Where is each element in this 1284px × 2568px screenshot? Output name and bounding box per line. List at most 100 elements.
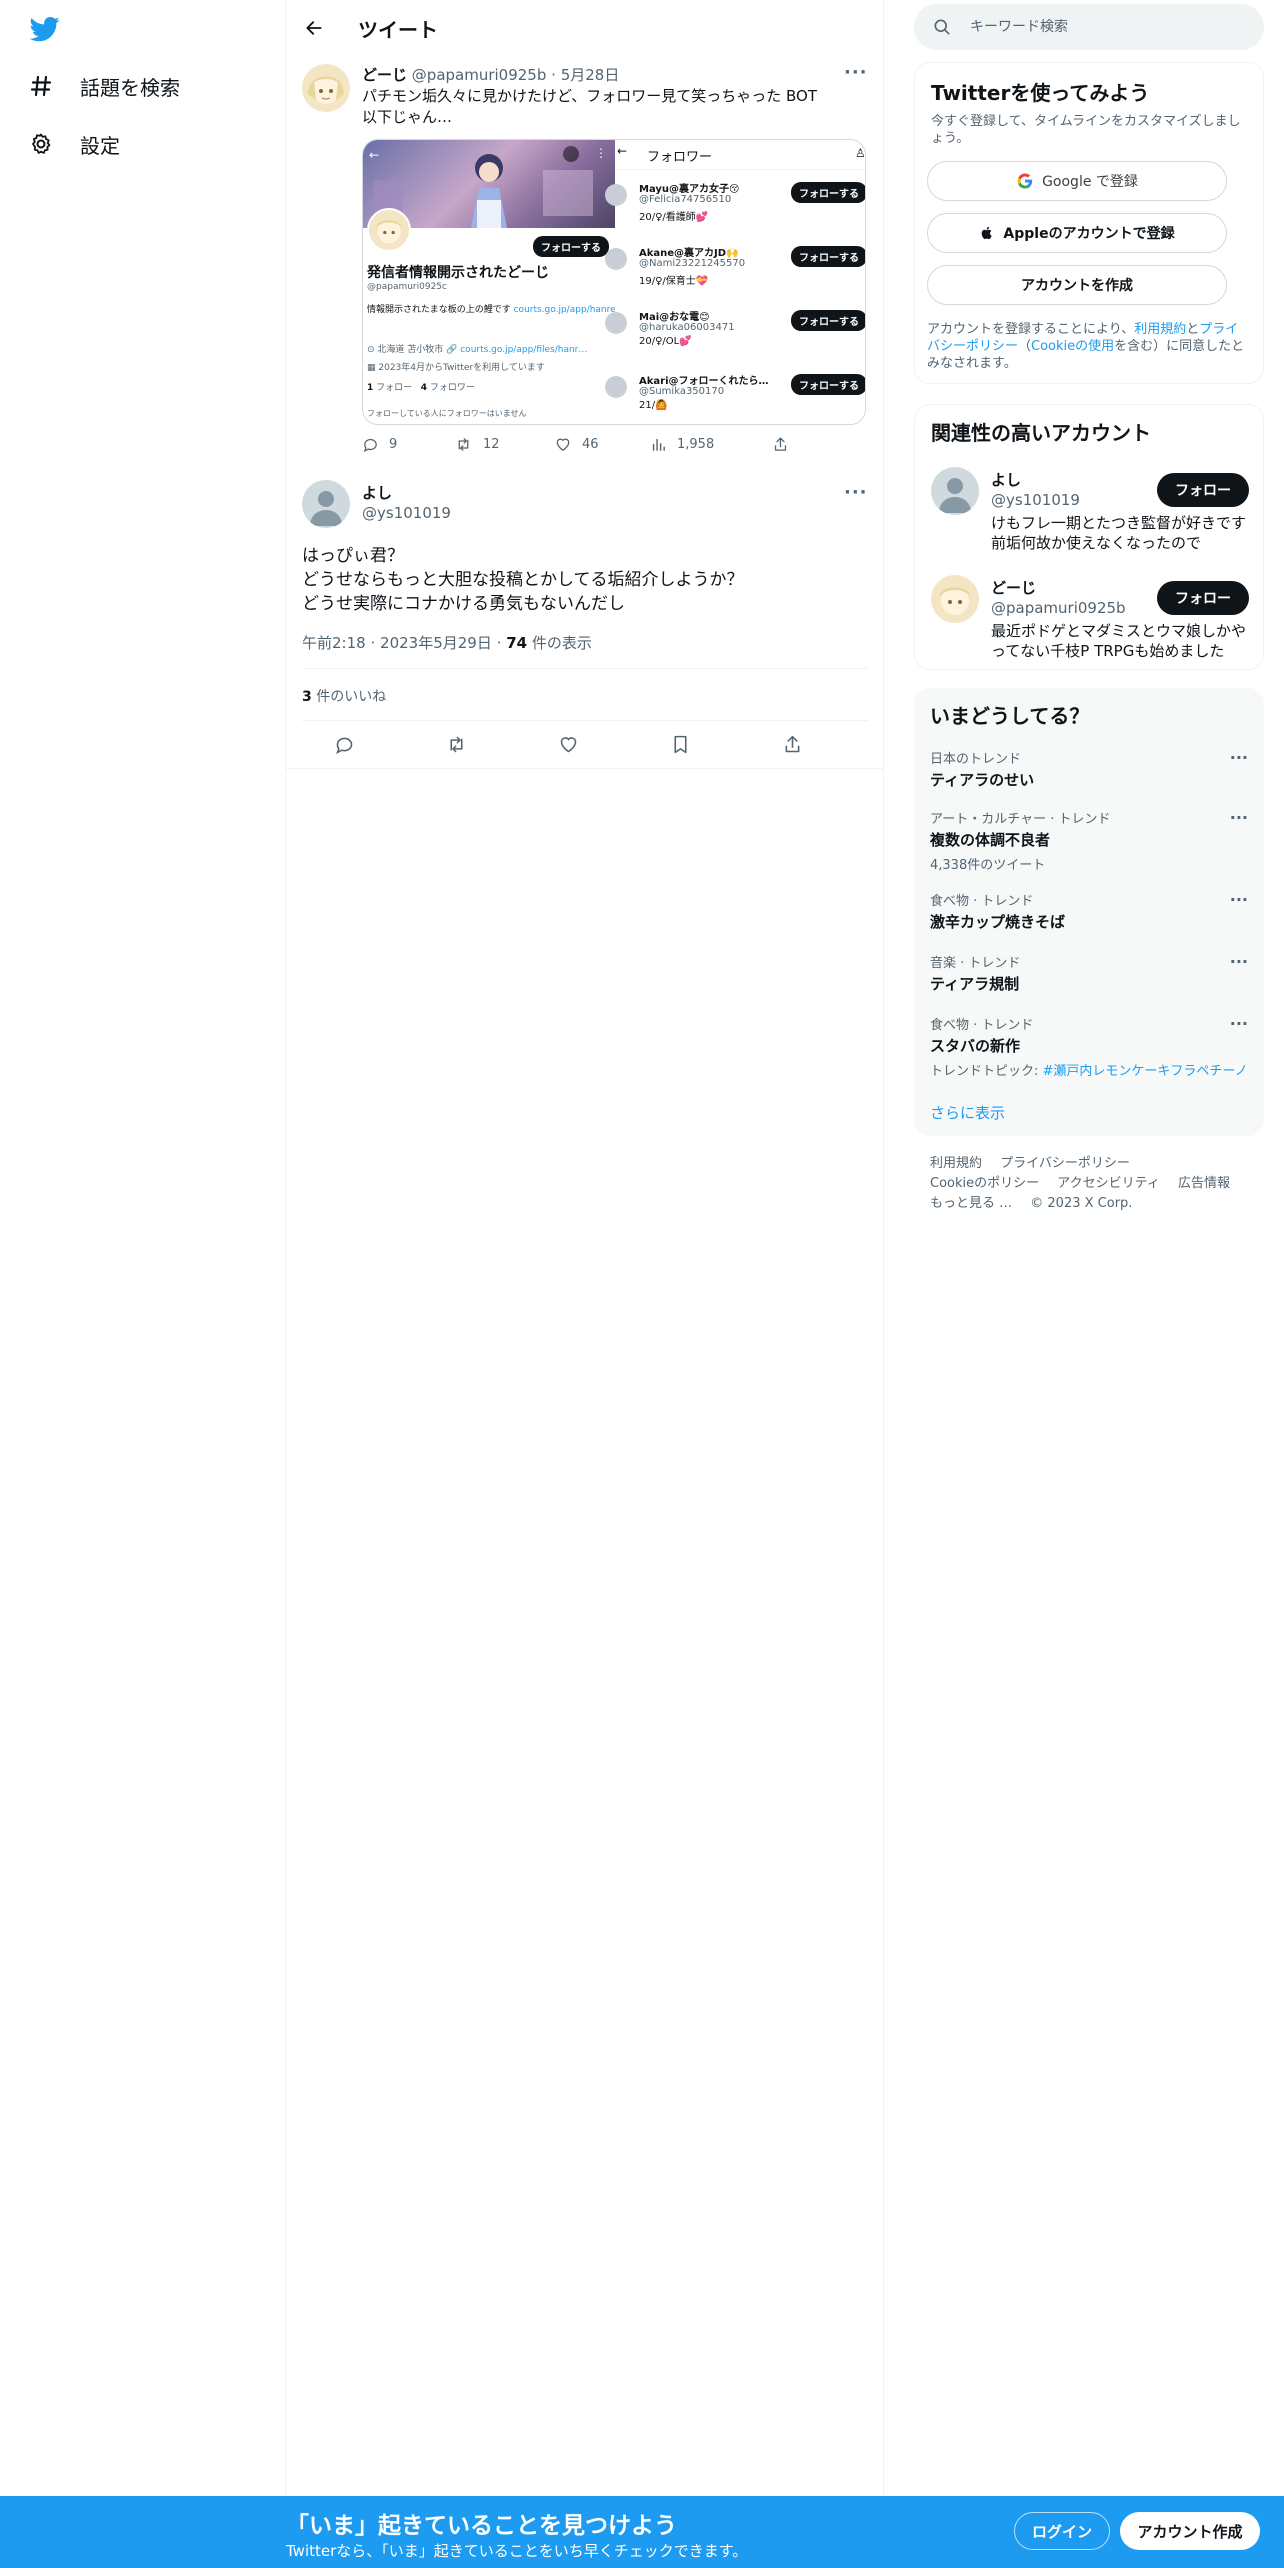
account-handle: @ys101019 (991, 491, 1080, 509)
likes-label: 件のいいね (316, 689, 387, 705)
footer-privacy-link[interactable]: プライバシーポリシー (1000, 1156, 1130, 1171)
footer-terms-link[interactable]: 利用規約 (930, 1156, 982, 1171)
show-more-link[interactable]: さらに表示 (930, 1102, 1005, 1123)
share-button[interactable] (772, 436, 789, 453)
tweet-date[interactable]: 5月28日 (561, 66, 620, 84)
nav-settings-label: 設定 (80, 133, 120, 158)
profile-bio: 情報開示されたまな板の上の鯉です courts.go.jp/app/hanrei… (367, 305, 643, 315)
bottom-bar-title: 「いま」起きていることを見つけよう (286, 2513, 677, 2539)
nav-explore-label: 話題を検索 (80, 75, 180, 100)
follow-button[interactable]: フォロー (1157, 581, 1249, 615)
footer-ads-link[interactable]: 広告情報 (1178, 1176, 1230, 1191)
add-user-icon: ♙ (855, 146, 866, 160)
trends-card: いまどうしてる？ 日本のトレンド ティアラのせい ··· アート・カルチャー ·… (914, 688, 1264, 1136)
media-profile-screenshot: ← ⋮ フォローする 発信者情報開示されたどーじ @papamuri0925c … (363, 140, 643, 424)
likes-link[interactable]: 3 件のいいね (302, 686, 386, 706)
views-count: 74 (506, 634, 528, 652)
copyright: © 2023 X Corp. (1030, 1196, 1133, 1211)
trend-item[interactable]: 食べ物 · トレンド スタバの新作 トレンドトピック: #瀬戸内レモンケーキフラ… (930, 1014, 1248, 1079)
profile-joined: ▦ 2023年4月からTwitterを利用しています (367, 363, 545, 373)
quoted-tweet-text: パチモン垢久々に見かけたけど、フォロワー見て笑っちゃった BOT以下じゃん… (362, 87, 818, 126)
retweet-icon[interactable] (444, 732, 468, 756)
signup-button[interactable]: アカウント作成 (1120, 2512, 1260, 2550)
account-row[interactable]: どーじ @papamuri0925b フォロー 最近ポドゲとマダミスとウマ娘しか… (915, 571, 1265, 671)
more-options-icon[interactable]: ··· (844, 62, 868, 83)
author-name[interactable]: よし (362, 482, 392, 503)
author-name[interactable]: どーじ (362, 66, 407, 84)
heart-icon (556, 438, 570, 451)
tweet-date[interactable]: 2023年5月29日 (380, 634, 492, 652)
search-box[interactable] (914, 4, 1264, 50)
quoted-tweet-header: どーじ @papamuri0925b · 5月28日 (362, 66, 620, 84)
apple-icon (982, 226, 993, 240)
back-arrow-icon[interactable] (300, 14, 328, 42)
share-icon (774, 437, 787, 451)
profile-note: フォローしている人にフォロワーはいません (367, 409, 527, 418)
avatar[interactable] (302, 480, 350, 528)
tweet-time[interactable]: 午前2:18 (302, 634, 366, 652)
relevant-title: 関連性の高いアカウント (931, 421, 1151, 445)
more-options-icon[interactable]: ··· (844, 482, 868, 503)
account-name: どーじ (991, 579, 1037, 597)
apple-signup-button[interactable]: Appleのアカウントで登録 (927, 213, 1227, 253)
divider (286, 768, 884, 769)
google-signup-button[interactable]: Google で登録 (927, 161, 1227, 201)
search-icon (934, 19, 950, 35)
account-row[interactable]: よし @ys101019 フォロー けもフレ一期とたつき監督が好きです 前垢何故… (915, 463, 1265, 563)
author-handle[interactable]: @ys101019 (362, 504, 451, 522)
profile-avatar (367, 208, 411, 252)
like-button[interactable]: 46 (554, 436, 599, 453)
reply-icon[interactable] (332, 732, 356, 756)
more-options-icon[interactable]: ··· (1230, 1014, 1248, 1033)
signup-legal-text: アカウントを登録することにより、利用規約とプライバシーポリシー（Cookieの使… (927, 322, 1245, 371)
more-options-icon[interactable]: ··· (1230, 952, 1248, 971)
views-label: 件の表示 (531, 634, 592, 652)
tweet-meta: 午前2:18 · 2023年5月29日 · 74 件の表示 (302, 634, 592, 652)
footer-cookie-link[interactable]: Cookieのポリシー (930, 1176, 1039, 1191)
more-options-icon[interactable]: ··· (1230, 808, 1248, 827)
reply-button[interactable]: 9 (362, 436, 397, 453)
left-nav: 話題を検索 設定 (0, 0, 286, 2568)
profile-counts: 1 フォロー 4 フォロワー (367, 383, 475, 393)
account-bio: 最近ポドゲとマダミスとウマ娘しかやってない千枝P TRPGも始めました (991, 622, 1247, 660)
retweet-button[interactable]: 12 (454, 436, 500, 453)
more-options-icon[interactable]: ··· (1230, 748, 1248, 767)
bar-chart-icon (652, 438, 665, 451)
main-column: ツイート どーじ @papamuri0925b · 5月28日 ··· パチモン… (286, 0, 884, 2568)
avatar[interactable] (302, 64, 350, 112)
profile-follow-button: フォローする (533, 236, 609, 257)
hashtag-icon (28, 73, 54, 99)
footer-links: 利用規約 プライバシーポリシー Cookieのポリシー アクセシビリティ 広告情… (930, 1154, 1250, 1214)
trend-item[interactable]: 食べ物 · トレンド 激辛カップ焼きそば ··· (930, 890, 1248, 932)
bottom-signup-bar: 「いま」起きていることを見つけよう Twitterなら、「いま」起きていることを… (0, 2496, 1284, 2568)
trend-item[interactable]: 音楽 · トレンド ティアラ規制 ··· (930, 952, 1248, 994)
footer-accessibility-link[interactable]: アクセシビリティ (1057, 1176, 1160, 1191)
account-bio: けもフレ一期とたつき監督が好きです 前垢何故か使えなくなったので (991, 514, 1247, 552)
follow-button[interactable]: フォロー (1157, 473, 1249, 507)
footer-more-link[interactable]: もっと見る … (930, 1196, 1012, 1211)
twitter-logo-icon[interactable] (28, 14, 62, 44)
tweet-media[interactable]: ← ⋮ フォローする 発信者情報開示されたどーじ @papamuri0925c … (362, 139, 866, 425)
create-account-button[interactable]: アカウントを作成 (927, 265, 1227, 305)
cookie-link[interactable]: Cookieの使用 (1031, 339, 1114, 354)
search-input[interactable] (970, 19, 1230, 35)
views-button[interactable]: 1,958 (650, 436, 714, 453)
avatar (931, 575, 979, 623)
signup-title: Twitterを使ってみよう (931, 81, 1150, 105)
nav-explore[interactable]: 話題を検索 (28, 66, 180, 106)
more-options-icon[interactable]: ··· (1230, 890, 1248, 909)
account-name: よし (991, 471, 1022, 489)
terms-link[interactable]: 利用規約 (1134, 322, 1186, 337)
heart-icon[interactable] (556, 732, 580, 756)
media-followers-screenshot: ← フォロワー ♙ Mayu@裏アカ女子😚 @Felicia74756510 2… (605, 140, 866, 424)
back-arrow-icon: ← (617, 144, 628, 158)
page-title: ツイート (358, 18, 438, 42)
bookmark-icon[interactable] (668, 732, 692, 756)
share-icon[interactable] (780, 732, 804, 756)
trend-item[interactable]: アート・カルチャー · トレンド 複数の体調不良者 4,338件のツイート ··… (930, 808, 1248, 873)
nav-settings[interactable]: 設定 (28, 124, 120, 164)
login-button[interactable]: ログイン (1014, 2512, 1110, 2550)
author-handle[interactable]: @papamuri0925b (412, 66, 547, 84)
trend-item[interactable]: 日本のトレンド ティアラのせい ··· (930, 748, 1248, 790)
retweet-icon (458, 438, 469, 451)
